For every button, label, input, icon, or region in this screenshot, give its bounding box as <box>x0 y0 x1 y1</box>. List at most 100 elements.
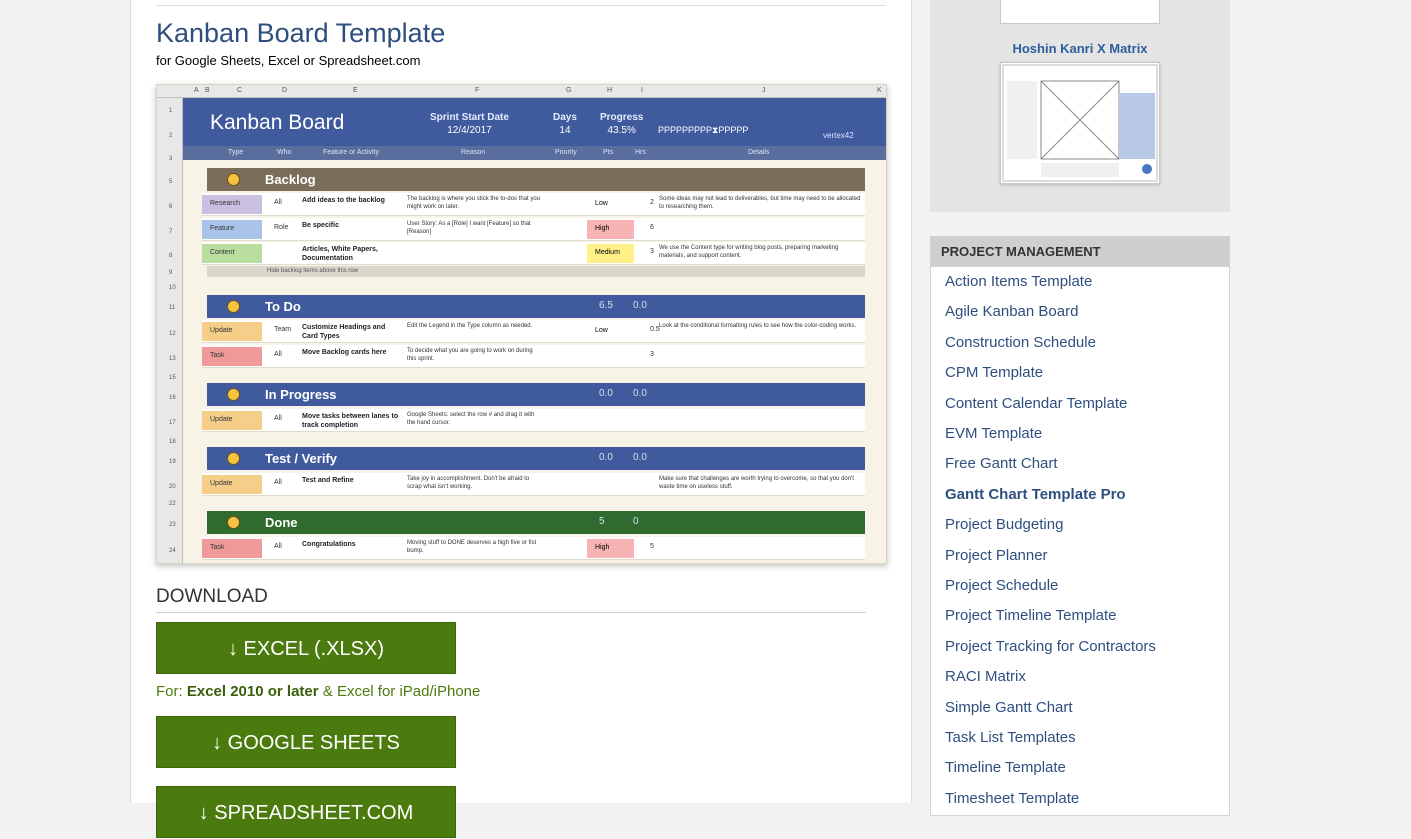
kanban-column-name: Feature or Activity <box>323 149 380 156</box>
row-header: 24 <box>169 548 176 554</box>
kanban-card-row[interactable]: Task All Congratulations Moving stuff to DO… <box>202 537 865 560</box>
related-template-panel: Hoshin Kanri X Matrix <box>930 0 1230 212</box>
section-label: Done <box>265 515 298 530</box>
hoshin-kanri-thumbnail[interactable] <box>1000 62 1160 184</box>
card-type[interactable]: Update <box>202 411 262 430</box>
sidebar-link[interactable]: Project Timeline Template <box>945 607 1116 624</box>
row-header: 8 <box>169 253 173 259</box>
card-priority[interactable]: High <box>587 539 634 558</box>
card-details: We use the Content type for writing blog… <box>659 245 839 259</box>
kanban-column-name: Type <box>228 149 244 156</box>
sidebar-link[interactable]: Simple Gantt Chart <box>945 699 1073 716</box>
note-prefix: For: <box>156 683 187 700</box>
x-matrix-icon <box>1002 64 1158 182</box>
days-label: Days <box>553 112 577 123</box>
sidebar-link[interactable]: Construction Schedule <box>945 334 1096 351</box>
section-hours: 0.0 <box>633 300 647 311</box>
card-who: Role <box>274 224 289 231</box>
kanban-card-row[interactable]: Research All Add ideas to the backlog The b… <box>202 193 865 216</box>
card-points: 3 <box>650 248 654 255</box>
sidebar-link[interactable]: Project Planner <box>945 547 1048 564</box>
kanban-card-row[interactable]: Update Team Customize Headings and Card Ty… <box>202 320 865 343</box>
kanban-card-row[interactable]: Content Articles, White Papers, Documenta… <box>202 242 865 265</box>
card-priority[interactable]: Medium <box>587 244 634 263</box>
card-points: 3 <box>650 351 654 358</box>
card-reason: Edit the Legend in the Type column as ne… <box>407 323 533 329</box>
sidebar-link[interactable]: Timeline Template <box>945 759 1066 776</box>
days-value: 14 <box>559 125 571 136</box>
sidebar-link[interactable]: Task List Templates <box>945 729 1076 746</box>
sidebar-link[interactable]: CPM Template <box>945 364 1043 381</box>
sidebar-link[interactable]: EVM Template <box>945 425 1042 442</box>
download-google-sheets-button[interactable]: ↓ GOOGLE SHEETS <box>156 716 456 768</box>
row-header: 5 <box>169 179 173 185</box>
card-type[interactable]: Research <box>202 195 262 214</box>
card-type[interactable]: Feature <box>202 220 262 239</box>
sidebar-link[interactable]: Content Calendar Template <box>945 395 1127 412</box>
download-heading: DOWNLOAD <box>156 586 268 607</box>
sidebar-link[interactable]: Project Tracking for Contractors <box>945 638 1156 655</box>
card-who: All <box>274 199 282 206</box>
sidebar-link[interactable]: RACI Matrix <box>945 668 1026 685</box>
card-details: Look at the conditional formatting rules… <box>659 323 857 329</box>
card-type[interactable]: Task <box>202 347 262 366</box>
card-priority[interactable] <box>587 475 634 494</box>
card-priority[interactable]: Low <box>587 322 634 341</box>
kanban-card-row[interactable]: Update All Move tasks between lanes to tra… <box>202 409 865 432</box>
kanban-card-row[interactable]: Task All Move Backlog cards here To decide … <box>202 345 865 368</box>
kanban-column-name: Details <box>748 149 770 156</box>
progress: Progress 43.5% <box>600 112 643 136</box>
card-type[interactable]: Update <box>202 475 262 494</box>
sidebar-link[interactable]: Project Schedule <box>945 577 1058 594</box>
card-reason: Moving stuff to DONE deserves a high fiv… <box>407 540 537 554</box>
card-points: 5 <box>650 543 654 550</box>
kanban-preview-image[interactable]: ABCDEFGHIJK 1 2 3 5 6 7 8 9 10 11 12 13 15 16 17 18 19 20… <box>156 84 887 564</box>
previous-thumbnail[interactable] <box>1000 0 1160 24</box>
sidebar-link[interactable]: Gantt Chart Template Pro <box>945 486 1126 503</box>
download-spreadsheet-com-button[interactable]: ↓ SPREADSHEET.COM <box>156 786 456 838</box>
sidebar-link[interactable]: Agile Kanban Board <box>945 303 1078 320</box>
card-priority[interactable]: High <box>587 220 634 239</box>
hoshin-kanri-link[interactable]: Hoshin Kanri X Matrix <box>930 41 1230 56</box>
kanban-column-name: Who <box>277 149 292 156</box>
smiley-icon <box>227 388 240 401</box>
card-type[interactable]: Content <box>202 244 262 263</box>
card-reason: To decide what you are going to work on … <box>407 348 533 362</box>
card-reason: Google Sheets: select the row # and drag… <box>407 412 535 426</box>
card-priority[interactable] <box>587 411 634 430</box>
days: Days 14 <box>553 112 577 136</box>
card-title: Move Backlog cards here <box>302 349 387 356</box>
card-priority[interactable] <box>587 347 634 366</box>
kanban-card-row[interactable]: Update All Test and Refine Take joy in acco… <box>202 473 865 496</box>
card-type[interactable]: Update <box>202 322 262 341</box>
card-reason: The backlog is where you stick the to-do… <box>407 196 541 210</box>
row-header: 12 <box>169 331 176 337</box>
card-points: 6 <box>650 224 654 231</box>
sidebar-link[interactable]: Free Gantt Chart <box>945 455 1058 472</box>
section-hours: 0.0 <box>633 388 647 399</box>
column-header: C <box>237 87 243 94</box>
card-who: All <box>274 415 282 422</box>
download-excel-button[interactable]: ↓ EXCEL (.XLSX) <box>156 622 456 674</box>
column-header: F <box>475 87 480 94</box>
sidebar-link[interactable]: Project Budgeting <box>945 516 1063 533</box>
card-who: All <box>274 351 282 358</box>
download-divider <box>156 612 866 613</box>
card-priority[interactable]: Low <box>587 195 634 214</box>
card-type[interactable]: Task <box>202 539 262 558</box>
row-headers: 1 2 3 5 6 7 8 9 10 11 12 13 15 16 17 18 19 20 22 23 24 <box>157 98 183 563</box>
section-label: To Do <box>265 299 301 314</box>
kanban-column-name: Priority <box>555 149 577 156</box>
row-header: 2 <box>169 133 173 139</box>
kanban-card-row[interactable]: Feature Role Be specific User Story: As a [… <box>202 218 865 241</box>
kanban-column-names: Type Who Feature or Activity Reason Priority… <box>183 146 886 160</box>
kanban-column-name: Hrs <box>635 149 646 156</box>
sidebar-link[interactable]: Action Items Template <box>945 273 1092 290</box>
card-title: Customize Headings and Card Types <box>302 324 386 340</box>
column-header: G <box>566 87 572 94</box>
sprint-value: 12/4/2017 <box>447 125 492 136</box>
top-divider <box>156 5 886 6</box>
section-hours: 0 <box>633 516 639 527</box>
sidebar-link[interactable]: Timesheet Template <box>945 790 1079 807</box>
column-header: B <box>205 87 210 94</box>
